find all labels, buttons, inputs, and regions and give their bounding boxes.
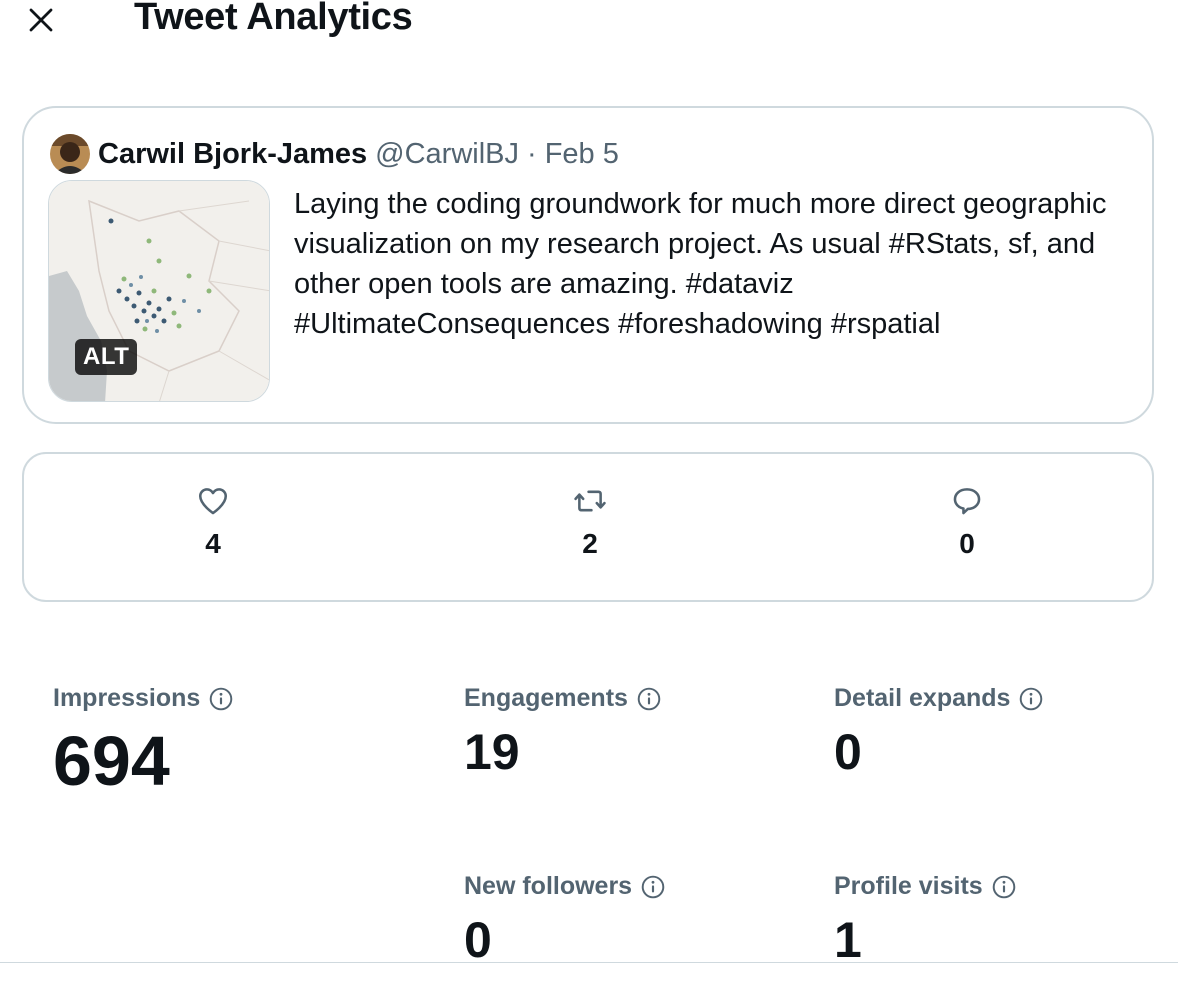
likes-count: 4 bbox=[205, 528, 221, 559]
close-icon bbox=[29, 8, 53, 32]
detail-expands-label: Detail expands bbox=[834, 684, 1011, 712]
tweet-media-thumbnail[interactable]: ALT bbox=[48, 180, 270, 402]
author-name[interactable]: Carwil Bjork-James bbox=[98, 138, 367, 171]
reply-icon bbox=[953, 488, 981, 515]
tweet-card[interactable]: Carwil Bjork-James @CarwilBJ · Feb 5 ALT… bbox=[22, 106, 1154, 424]
post-date[interactable]: Feb 5 bbox=[545, 138, 619, 171]
info-icon[interactable] bbox=[991, 874, 1017, 900]
impressions-metric: Impressions 694 bbox=[53, 684, 234, 801]
new-followers-label: New followers bbox=[464, 872, 633, 900]
info-icon[interactable] bbox=[636, 686, 662, 712]
info-icon[interactable] bbox=[1018, 686, 1044, 712]
info-icon[interactable] bbox=[640, 874, 666, 900]
new-followers-metric: New followers 0 bbox=[464, 872, 666, 969]
page-title: Tweet Analytics bbox=[134, 0, 413, 38]
replies-stat[interactable]: 0 bbox=[927, 484, 1007, 560]
retweets-count: 2 bbox=[582, 528, 598, 559]
profile-visits-value: 1 bbox=[834, 912, 862, 968]
replies-count: 0 bbox=[959, 528, 975, 559]
profile-visits-label: Profile visits bbox=[834, 872, 983, 900]
heart-icon bbox=[198, 488, 228, 515]
impressions-label: Impressions bbox=[53, 684, 201, 712]
alt-badge[interactable]: ALT bbox=[75, 339, 138, 375]
retweet-icon bbox=[574, 490, 606, 512]
engagements-value: 19 bbox=[464, 724, 520, 780]
author-row: Carwil Bjork-James @CarwilBJ · Feb 5 bbox=[50, 132, 619, 176]
likes-stat[interactable]: 4 bbox=[173, 484, 253, 560]
detail-expands-metric: Detail expands 0 bbox=[834, 684, 1044, 781]
detail-expands-value: 0 bbox=[834, 724, 862, 780]
close-button[interactable] bbox=[22, 0, 60, 40]
tweet-text: Laying the coding groundwork for much mo… bbox=[294, 188, 1107, 340]
engagements-metric: Engagements 19 bbox=[464, 684, 662, 781]
profile-visits-metric: Profile visits 1 bbox=[834, 872, 1017, 969]
retweets-stat[interactable]: 2 bbox=[550, 484, 630, 560]
bottom-divider bbox=[0, 962, 1178, 963]
author-handle[interactable]: @CarwilBJ bbox=[375, 138, 519, 171]
engagements-label: Engagements bbox=[464, 684, 628, 712]
new-followers-value: 0 bbox=[464, 912, 492, 968]
impressions-value: 694 bbox=[53, 722, 170, 800]
info-icon[interactable] bbox=[208, 686, 234, 712]
separator-dot: · bbox=[527, 137, 537, 170]
engagement-card: 4 2 0 bbox=[22, 452, 1154, 602]
avatar[interactable] bbox=[50, 134, 90, 174]
